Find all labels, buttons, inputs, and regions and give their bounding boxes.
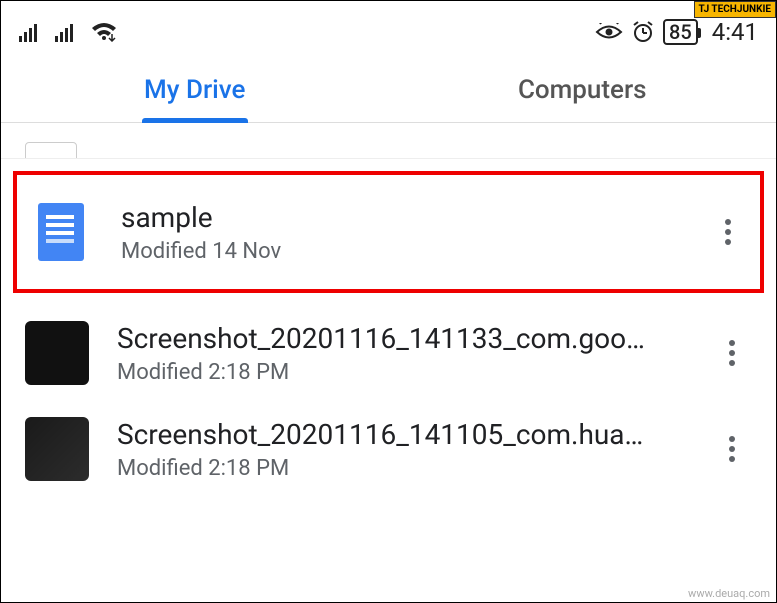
eye-icon [595, 23, 623, 41]
more-vertical-icon [729, 350, 735, 356]
list-item[interactable]: Screenshot_20201116_141133_com.goo… Modi… [1, 305, 776, 401]
battery-percent: 85 [669, 20, 692, 44]
file-subtitle: Modified 2:18 PM [117, 456, 684, 481]
file-title: Screenshot_20201116_141105_com.hua… [117, 417, 684, 452]
file-subtitle: Modified 2:18 PM [117, 360, 684, 385]
signal-icon [19, 22, 41, 42]
clock: 4:41 [712, 18, 758, 46]
tab-label: Computers [518, 75, 647, 105]
more-options-button[interactable] [708, 212, 748, 252]
watermark-source: www.deuaq.com [688, 587, 770, 600]
more-options-button[interactable] [712, 429, 752, 469]
file-title: Screenshot_20201116_141133_com.goo… [117, 321, 684, 356]
more-options-button[interactable] [712, 333, 752, 373]
more-vertical-icon [725, 229, 731, 235]
file-list: Modified 2:18 PM sample Modified 14 Nov … [1, 123, 776, 497]
battery-indicator: 85 [663, 19, 698, 45]
file-thumbnail [25, 142, 77, 159]
signal-icon-2 [55, 22, 77, 42]
file-subtitle: Modified 14 Nov [121, 239, 680, 264]
tab-label: My Drive [144, 75, 245, 105]
list-item[interactable]: Modified 2:18 PM [1, 123, 776, 159]
alarm-clock-icon [631, 20, 655, 44]
screenshot-thumbnail [25, 321, 89, 385]
more-vertical-icon [729, 446, 735, 452]
wifi-icon [91, 22, 117, 42]
file-title: sample [121, 200, 680, 235]
tab-computers[interactable]: Computers [389, 57, 777, 122]
list-item[interactable]: Screenshot_20201116_141105_com.hua… Modi… [1, 401, 776, 497]
screenshot-thumbnail [25, 417, 89, 481]
watermark-techjunkie: TJ TECHJUNKIE [694, 1, 776, 18]
tab-my-drive[interactable]: My Drive [1, 57, 389, 122]
list-item-highlighted[interactable]: sample Modified 14 Nov [13, 171, 764, 293]
tab-bar: My Drive Computers [1, 57, 776, 123]
google-docs-icon [38, 203, 84, 261]
status-bar: 85 4:41 [1, 1, 776, 57]
